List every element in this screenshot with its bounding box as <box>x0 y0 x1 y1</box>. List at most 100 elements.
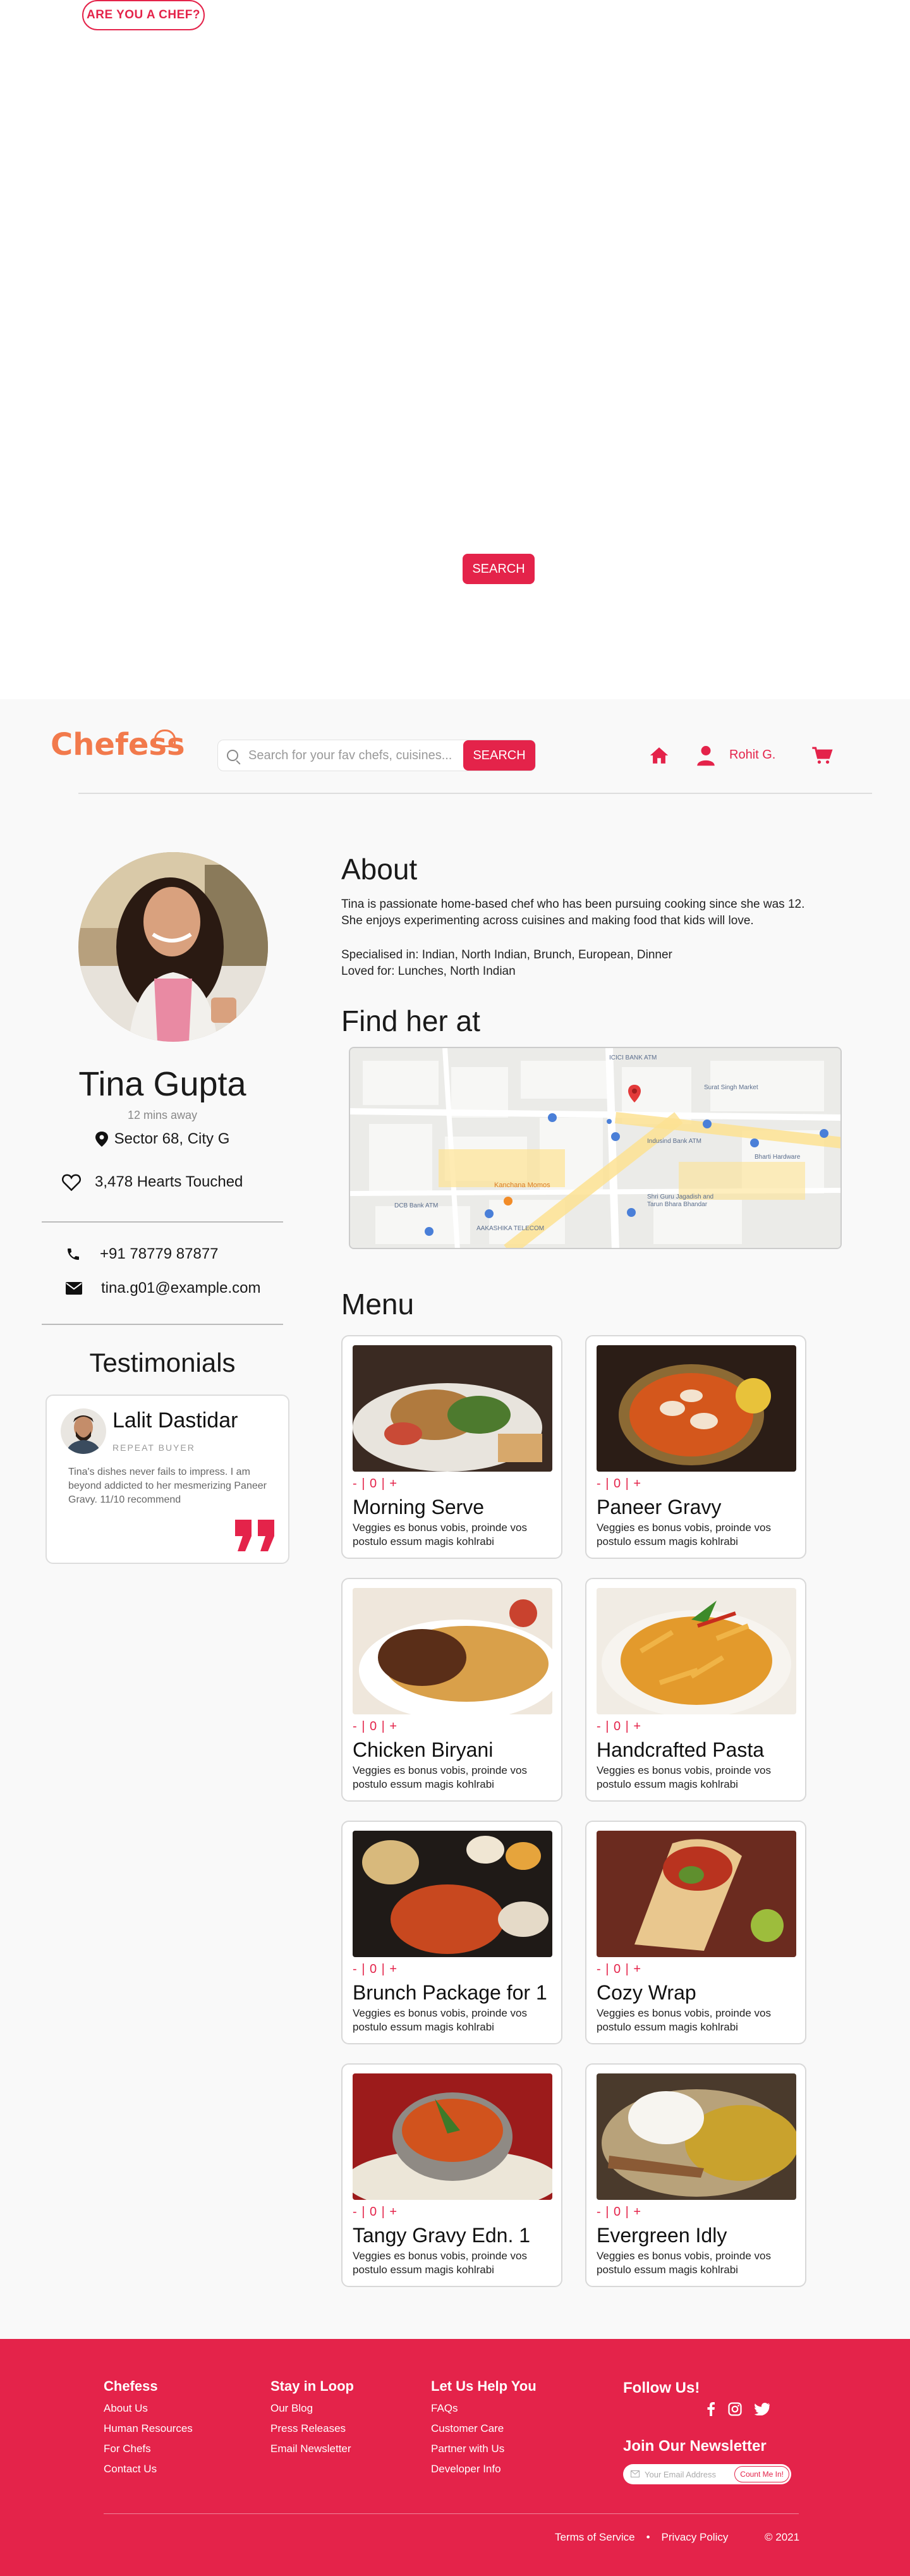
menu-card[interactable]: - | 0 | + Evergreen Idly Veggies es bonu… <box>585 2063 806 2287</box>
quantity-stepper[interactable]: - | 0 | + <box>353 2205 397 2219</box>
footer-link-contact[interactable]: Contact Us <box>104 2459 193 2479</box>
reviewer-name: Lalit Dastidar <box>112 1408 238 1432</box>
location-map[interactable]: ICICI BANK ATM Surat Singh Market Indusi… <box>349 1047 842 1249</box>
dish-name: Evergreen Idly <box>597 2224 727 2247</box>
menu-card[interactable]: - | 0 | + Handcrafted Pasta Veggies es b… <box>585 1578 806 1802</box>
dish-description: Veggies es bonus vobis, proinde vos post… <box>353 2007 527 2033</box>
footer-link-partner[interactable]: Partner with Us <box>431 2439 537 2459</box>
chef-hat-logo-icon <box>154 729 176 747</box>
phone-icon <box>68 1248 79 1260</box>
heart-icon[interactable] <box>62 1173 81 1191</box>
dish-image <box>353 2073 552 2200</box>
dish-description: Veggies es bonus vobis, proinde vos post… <box>353 2250 527 2276</box>
are-you-a-chef-button[interactable]: ARE YOU A CHEF? <box>82 0 205 30</box>
location-text: Sector 68, City G <box>114 1130 230 1147</box>
newsletter-submit-button[interactable]: Count Me In! <box>734 2466 789 2482</box>
footer-link-for-chefs[interactable]: For Chefs <box>104 2439 193 2459</box>
svg-text:Kanchana Momos: Kanchana Momos <box>494 1181 550 1189</box>
cart-icon[interactable] <box>811 746 833 765</box>
quantity-stepper[interactable]: - | 0 | + <box>597 1719 641 1734</box>
search-button[interactable]: SEARCH <box>463 740 535 771</box>
dish-image <box>353 1588 552 1714</box>
facebook-icon[interactable] <box>707 2402 715 2416</box>
menu-card[interactable]: - | 0 | + Cozy Wrap Veggies es bonus vob… <box>585 1821 806 2044</box>
chef-distance: 12 mins away <box>127 1109 198 1121</box>
dish-image <box>353 1345 552 1472</box>
footer-link-about[interactable]: About Us <box>104 2398 193 2419</box>
legal-separator: • <box>646 2531 650 2543</box>
hero-search-button[interactable]: SEARCH <box>463 554 535 584</box>
quantity-stepper[interactable]: - | 0 | + <box>597 1477 641 1491</box>
phone-contact[interactable]: +91 78779 87877 <box>66 1245 219 1263</box>
dish-name: Cozy Wrap <box>597 1981 696 2004</box>
quantity-stepper[interactable]: - | 0 | + <box>597 1962 641 1977</box>
footer-col-heading: Chefess <box>104 2378 158 2394</box>
search-icon <box>227 750 238 761</box>
follow-us-heading: Follow Us! <box>623 2379 700 2396</box>
instagram-icon[interactable] <box>728 2402 742 2416</box>
search-input[interactable] <box>248 740 457 771</box>
home-icon[interactable] <box>648 745 670 766</box>
footer-col-heading: Stay in Loop <box>270 2378 354 2394</box>
menu-card[interactable]: - | 0 | + Chicken Biryani Veggies es bon… <box>341 1578 562 1802</box>
user-icon[interactable] <box>696 745 715 766</box>
svg-text:AAKASHIKA TELECOM: AAKASHIKA TELECOM <box>476 1225 544 1232</box>
social-links <box>707 2402 770 2416</box>
privacy-link[interactable]: Privacy Policy <box>662 2531 729 2544</box>
dish-name: Handcrafted Pasta <box>597 1738 765 1761</box>
about-heading: About <box>341 853 418 886</box>
quantity-stepper[interactable]: - | 0 | + <box>353 1719 397 1734</box>
about-bio: Tina is passionate home-based chef who h… <box>341 898 805 927</box>
menu-card[interactable]: - | 0 | + Paneer Gravy Veggies es bonus … <box>585 1335 806 1559</box>
footer-link-developer[interactable]: Developer Info <box>431 2459 537 2479</box>
dish-name: Brunch Package for 1 <box>353 1981 547 2004</box>
footer-col-chefess: Chefess About Us Human Resources For Che… <box>104 2378 193 2479</box>
mail-icon <box>66 1282 82 1295</box>
menu-heading: Menu <box>341 1288 415 1321</box>
phone-number[interactable]: +91 78779 87877 <box>100 1245 219 1263</box>
dish-image <box>597 2073 796 2200</box>
footer-legal: Terms of Service • Privacy Policy <box>555 2531 728 2544</box>
hearts-count: 3,478 Hearts Touched <box>95 1173 243 1190</box>
footer-col-help: Let Us Help You FAQs Customer Care Partn… <box>431 2378 537 2479</box>
menu-card[interactable]: - | 0 | + Brunch Package for 1 Veggies e… <box>341 1821 562 2044</box>
chef-name: Tina Gupta <box>78 1065 246 1103</box>
testimonial-text: Tina's dishes never fails to impress. I … <box>68 1467 267 1505</box>
dish-name: Paneer Gravy <box>597 1496 722 1518</box>
dish-description: Veggies es bonus vobis, proinde vos post… <box>353 1764 527 1790</box>
dish-description: Veggies es bonus vobis, proinde vos post… <box>597 2250 771 2276</box>
location-pin-icon <box>95 1132 108 1147</box>
email-contact[interactable]: tina.g01@example.com <box>66 1279 261 1297</box>
dish-image <box>597 1831 796 1957</box>
svg-text:Tarun Bhara Bhandar: Tarun Bhara Bhandar <box>647 1201 708 1208</box>
footer-link-customer-care[interactable]: Customer Care <box>431 2419 537 2439</box>
chef-location: Sector 68, City G <box>0 1130 325 1148</box>
footer-link-faqs[interactable]: FAQs <box>431 2398 537 2419</box>
user-name-link[interactable]: Rohit G. <box>729 748 775 762</box>
footer-link-newsletter[interactable]: Email Newsletter <box>270 2439 354 2459</box>
copyright: © 2021 <box>765 2531 800 2543</box>
terms-link[interactable]: Terms of Service <box>555 2531 635 2544</box>
svg-text:Bharti Hardware: Bharti Hardware <box>755 1154 801 1161</box>
quantity-stepper[interactable]: - | 0 | + <box>597 2205 641 2219</box>
twitter-icon[interactable] <box>755 2403 770 2415</box>
email-address[interactable]: tina.g01@example.com <box>101 1279 261 1297</box>
footer-link-hr[interactable]: Human Resources <box>104 2419 193 2439</box>
hearts-touched: 3,478 Hearts Touched <box>62 1173 243 1191</box>
svg-text:Shri Guru Jagadish and: Shri Guru Jagadish and <box>647 1193 713 1200</box>
dish-name: Chicken Biryani <box>353 1738 494 1761</box>
quantity-stepper[interactable]: - | 0 | + <box>353 1477 397 1491</box>
find-her-heading: Find her at <box>341 1004 480 1037</box>
dish-name: Morning Serve <box>353 1496 485 1518</box>
newsletter-email-input[interactable] <box>645 2467 739 2482</box>
menu-card[interactable]: - | 0 | + Morning Serve Veggies es bonus… <box>341 1335 562 1559</box>
chef-avatar <box>78 852 268 1042</box>
footer-col-stay-in-loop: Stay in Loop Our Blog Press Releases Ema… <box>270 2378 354 2459</box>
footer-link-press[interactable]: Press Releases <box>270 2419 354 2439</box>
header-divider <box>78 793 872 794</box>
reviewer-role: REPEAT BUYER <box>112 1443 195 1453</box>
menu-card[interactable]: - | 0 | + Tangy Gravy Edn. 1 Veggies es … <box>341 2063 562 2287</box>
quantity-stepper[interactable]: - | 0 | + <box>353 1962 397 1977</box>
svg-text:ICICI BANK ATM: ICICI BANK ATM <box>609 1054 657 1061</box>
footer-link-blog[interactable]: Our Blog <box>270 2398 354 2419</box>
